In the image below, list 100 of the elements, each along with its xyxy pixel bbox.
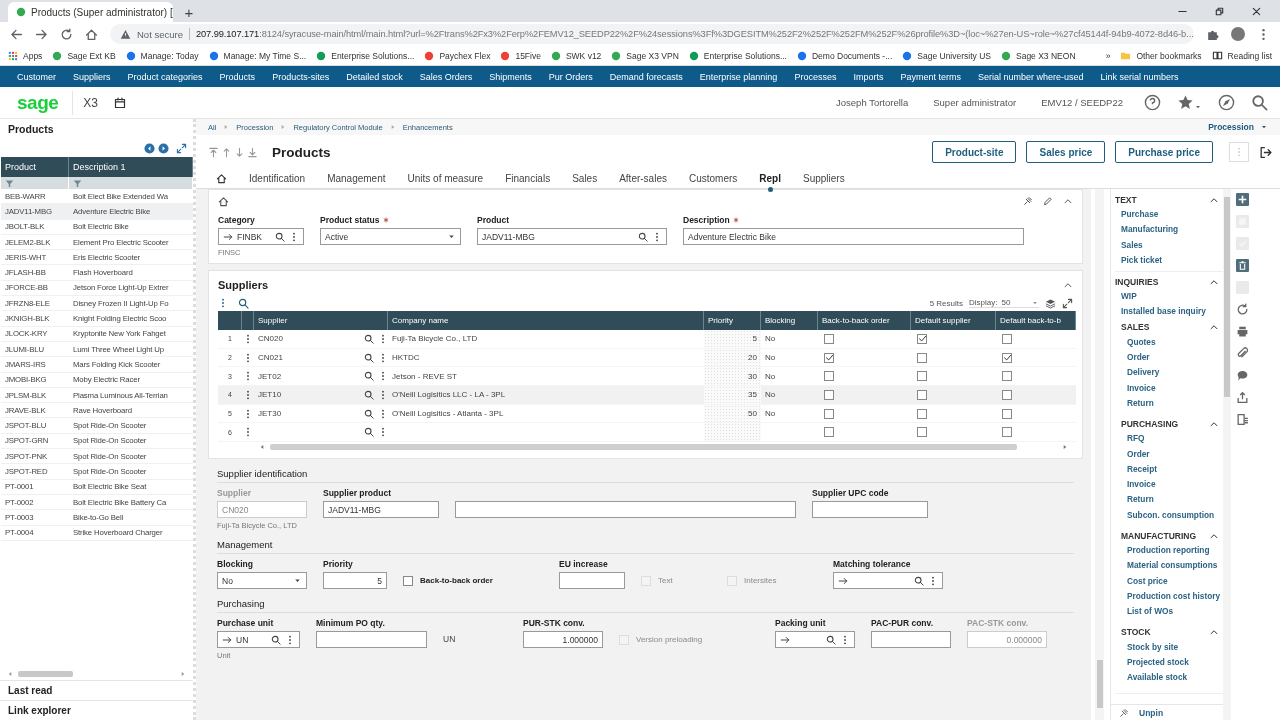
bookmark-folder[interactable]: Other bookmarks [1120, 50, 1202, 61]
tab[interactable]: Suppliers [803, 168, 845, 189]
menu-item[interactable]: Products [219, 71, 256, 82]
action-button[interactable]: Product-site [932, 141, 1017, 163]
menu-link[interactable]: Return [1121, 395, 1154, 412]
menu-link[interactable]: Available stock [1121, 670, 1188, 686]
text-field[interactable] [812, 501, 928, 519]
menu-link[interactable]: Order [1121, 446, 1150, 462]
checkbox[interactable] [824, 333, 834, 344]
lookup-field[interactable] [833, 572, 943, 590]
tab[interactable]: Customers [688, 168, 738, 189]
column-header[interactable]: Company name [388, 311, 704, 330]
next-record-icon[interactable] [234, 146, 245, 158]
bookmark[interactable]: Manage: Today [125, 50, 199, 61]
menu-link[interactable]: Material consumptions [1121, 558, 1218, 574]
menu-link[interactable]: Purchase [1115, 207, 1159, 223]
menu-link[interactable]: Subcon. consumption [1121, 507, 1215, 524]
star-icon[interactable] [1177, 94, 1194, 111]
layers-icon[interactable] [1045, 297, 1056, 309]
checkbox[interactable] [824, 408, 834, 419]
menu-item[interactable]: Detailed stock [346, 71, 403, 82]
action-button[interactable]: Sales price [1026, 141, 1106, 163]
menu-link[interactable]: Return [1121, 492, 1154, 508]
dropdown-field[interactable]: No [217, 572, 307, 590]
bookmark[interactable]: Apps [8, 50, 43, 61]
checkbox[interactable] [917, 371, 927, 382]
menu-link[interactable]: List of WOs [1121, 604, 1174, 620]
column-header[interactable]: Default supplier [911, 311, 996, 330]
tab[interactable]: Sales [572, 168, 598, 189]
paperclip-icon[interactable] [1235, 347, 1249, 360]
home-icon[interactable] [218, 195, 229, 207]
calendar-icon[interactable] [114, 96, 126, 109]
tab[interactable]: Identification [249, 168, 306, 189]
add-icon[interactable] [1235, 193, 1249, 206]
column-header[interactable]: Default back-to-b [996, 311, 1076, 330]
column-header[interactable]: Blocking [761, 311, 818, 330]
bookmark[interactable]: Sage X3 VPN [611, 50, 679, 61]
checkbox[interactable] [1002, 389, 1012, 400]
address-bar[interactable]: Not secure 207.99.107.171:8124/syracuse-main/html/main.html?url=%2Ftrans%2Fx3%2Ferp%2FEMV12_SEEDP22%2F%24sessions%3Ff%3DGESITM%252F2%252F%252FM%252F%26profile%3D~(loc~%27en-US~role~%27cf45144f-94b9-4072-8d46-b... [110, 24, 1194, 44]
menu-item[interactable]: Demand forecasts [609, 71, 683, 82]
column-header[interactable]: Priority [704, 311, 761, 330]
menu-link[interactable]: Invoice [1121, 477, 1156, 493]
bookmark[interactable]: Demo Documents -... [796, 50, 893, 61]
reading-list-button[interactable]: Reading list [1211, 50, 1272, 61]
checkbox[interactable] [1002, 333, 1012, 344]
bookmark[interactable]: Manage: My Time S... [208, 50, 307, 61]
tab[interactable]: After-sales [619, 168, 667, 189]
menu-link[interactable]: Production cost history [1121, 588, 1221, 605]
compass-icon[interactable] [1218, 94, 1235, 111]
tab[interactable]: Management [327, 168, 386, 189]
checkbox[interactable] [1002, 352, 1012, 363]
menu-item[interactable]: Imports [853, 71, 884, 82]
first-record-icon[interactable] [208, 146, 219, 158]
menu-link[interactable]: Delivery [1121, 365, 1160, 381]
checkbox[interactable] [824, 389, 834, 400]
menu-link[interactable]: Projected stock [1121, 654, 1189, 671]
menu-item[interactable]: Payment terms [900, 71, 961, 82]
search-icon[interactable] [364, 333, 374, 344]
menu-item[interactable]: Products-sites [272, 71, 330, 82]
logout-icon[interactable] [1259, 145, 1272, 159]
number-field[interactable]: 5 [323, 572, 387, 590]
tab[interactable]: Financials [505, 168, 551, 189]
text-field[interactable] [559, 572, 625, 590]
checkbox[interactable] [824, 427, 834, 438]
lookup-field[interactable] [775, 631, 855, 649]
text-field[interactable] [871, 631, 951, 649]
search-icon[interactable] [364, 371, 374, 382]
menu-item[interactable]: Processes [794, 71, 837, 82]
checkbox[interactable] [917, 333, 927, 344]
collapse-icon[interactable] [1063, 280, 1073, 290]
text-field[interactable] [316, 631, 427, 649]
menu-link[interactable]: Production reporting [1121, 543, 1210, 559]
number-field[interactable]: 1.000000 [523, 631, 603, 649]
menu-link[interactable]: Manufacturing [1115, 222, 1179, 238]
new-tab-button[interactable]: + [179, 2, 199, 22]
menu-item[interactable]: Product categories [127, 71, 203, 82]
previous-record-icon[interactable] [221, 146, 232, 158]
expand-icon[interactable] [1062, 297, 1073, 309]
dropdown-field[interactable]: Active [320, 228, 461, 245]
search-icon[interactable] [364, 352, 374, 363]
menu-link[interactable]: Pick ticket [1115, 252, 1163, 269]
checkbox[interactable] [917, 427, 927, 438]
previous-icon[interactable] [144, 143, 155, 154]
bookmark[interactable]: Enterprise Solutions... [316, 50, 415, 61]
lookup-field[interactable]: UN [217, 631, 300, 649]
text-field[interactable]: Adventure Electric Bike [683, 228, 1024, 245]
menu-item[interactable]: Customer [17, 71, 56, 82]
bookmark[interactable]: Enterprise Solutions... [688, 50, 787, 61]
document-list-icon[interactable] [1235, 413, 1249, 426]
print-icon[interactable] [1235, 325, 1249, 338]
home-icon[interactable] [216, 173, 227, 184]
checkbox[interactable] [917, 352, 927, 363]
menu-link[interactable]: Cost price [1121, 573, 1168, 589]
menu-item[interactable]: Serial number where-used [977, 71, 1084, 82]
search-icon[interactable] [364, 408, 374, 419]
filter-icon[interactable] [73, 178, 82, 188]
search-icon[interactable] [364, 427, 374, 438]
checkbox[interactable] [917, 389, 927, 400]
pencil-icon[interactable] [1043, 196, 1053, 206]
menu-item[interactable]: Shipments [489, 71, 532, 82]
